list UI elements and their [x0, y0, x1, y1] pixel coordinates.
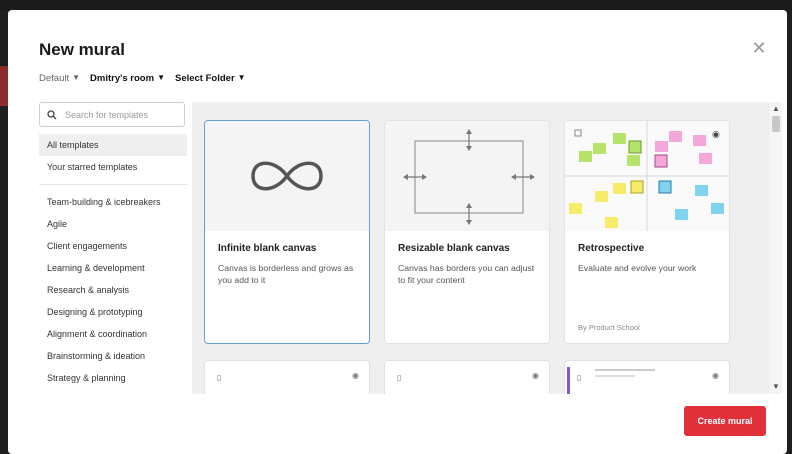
divider — [39, 184, 187, 185]
template-card-partial[interactable]: ▯ ◉ — [384, 360, 550, 394]
breadcrumb: Default ▼ Dmitry's room ▼ Select Folder … — [39, 73, 246, 84]
template-thumbnail — [205, 121, 369, 231]
new-mural-modal: New mural ✕ Default ▼ Dmitry's room ▼ Se… — [8, 10, 787, 454]
search-box — [39, 102, 185, 127]
sidebar-list: All templates Your starred templates Tea… — [39, 134, 187, 389]
sidebar-item-starred-templates[interactable]: Your starred templates — [39, 156, 187, 178]
resize-canvas-icon — [403, 129, 535, 225]
preview-line — [595, 375, 635, 377]
close-icon[interactable]: ✕ — [751, 39, 767, 57]
template-title: Infinite blank canvas — [218, 243, 317, 254]
scroll-up-icon[interactable]: ▲ — [770, 104, 782, 114]
background-top-strip — [0, 0, 792, 10]
sidebar-item-client-engagements[interactable]: Client engagements — [39, 235, 187, 257]
scrollbar[interactable]: ▲ ▼ — [770, 102, 782, 394]
sidebar-item-strategy[interactable]: Strategy & planning — [39, 367, 187, 389]
sidebar-item-alignment[interactable]: Alignment & coordination — [39, 323, 187, 345]
eye-icon[interactable]: ◉ — [712, 371, 719, 380]
sidebar-item-team-building[interactable]: Team-building & icebreakers — [39, 191, 187, 213]
template-title: Resizable blank canvas — [398, 243, 510, 254]
template-card-partial[interactable]: ▯ ◉ — [564, 360, 730, 394]
sidebar-item-research[interactable]: Research & analysis — [39, 279, 187, 301]
bookmark-icon: ▯ — [217, 373, 222, 382]
sidebar-item-all-templates[interactable]: All templates — [39, 134, 187, 156]
template-card-resizable[interactable]: Resizable blank canvas Canvas has border… — [384, 120, 550, 344]
template-thumbnail — [385, 121, 549, 231]
create-mural-button[interactable]: Create mural — [684, 406, 766, 436]
template-card-retrospective[interactable]: ◉ Retrospective Evaluate and evolve your… — [564, 120, 730, 344]
svg-text:◉: ◉ — [712, 129, 720, 139]
scroll-down-icon[interactable]: ▼ — [770, 382, 782, 392]
template-card-infinite[interactable]: Infinite blank canvas Canvas is borderle… — [204, 120, 370, 344]
folder-select[interactable]: Select Folder ▼ — [175, 73, 246, 84]
background-red-accent — [0, 66, 8, 106]
sidebar-item-brainstorming[interactable]: Brainstorming & ideation — [39, 345, 187, 367]
search-input[interactable] — [63, 108, 177, 121]
room-label: Dmitry's room — [90, 73, 155, 84]
eye-icon[interactable]: ◉ — [352, 371, 359, 380]
template-description: Canvas has borders you can adjust to fit… — [398, 263, 535, 285]
template-author: By Product School — [578, 323, 640, 332]
workspace-label: Default — [39, 73, 70, 84]
sidebar-item-designing[interactable]: Designing & prototyping — [39, 301, 187, 323]
chevron-down-icon: ▼ — [237, 73, 246, 82]
template-description: Evaluate and evolve your work — [578, 263, 697, 273]
bookmark-icon: ▯ — [397, 373, 402, 382]
template-card-partial[interactable]: ▯ ◉ — [204, 360, 370, 394]
room-select[interactable]: Dmitry's room ▼ — [90, 73, 165, 84]
folder-label: Select Folder — [174, 73, 235, 84]
chevron-down-icon: ▼ — [72, 73, 81, 82]
preview-line — [595, 369, 655, 371]
template-title: Retrospective — [578, 243, 645, 254]
template-description: Canvas is borderless and grows as you ad… — [218, 263, 354, 285]
chevron-down-icon: ▼ — [157, 73, 165, 82]
sidebar-item-agile[interactable]: Agile — [39, 213, 187, 235]
template-sidebar: All templates Your starred templates Tea… — [39, 102, 187, 392]
template-thumbnail: ◉ — [565, 121, 729, 231]
template-grid: Infinite blank canvas Canvas is borderle… — [192, 102, 770, 394]
search-icon — [47, 109, 57, 119]
scroll-thumb[interactable] — [772, 116, 780, 132]
workspace-select[interactable]: Default ▼ — [39, 73, 80, 84]
eye-icon[interactable]: ◉ — [532, 371, 539, 380]
modal-title: New mural — [39, 40, 125, 59]
sidebar-item-learning[interactable]: Learning & development — [39, 257, 187, 279]
retrospective-preview: ◉ — [565, 121, 729, 231]
accent-bar — [567, 367, 570, 394]
infinity-icon — [251, 161, 323, 191]
bookmark-icon: ▯ — [577, 373, 582, 382]
